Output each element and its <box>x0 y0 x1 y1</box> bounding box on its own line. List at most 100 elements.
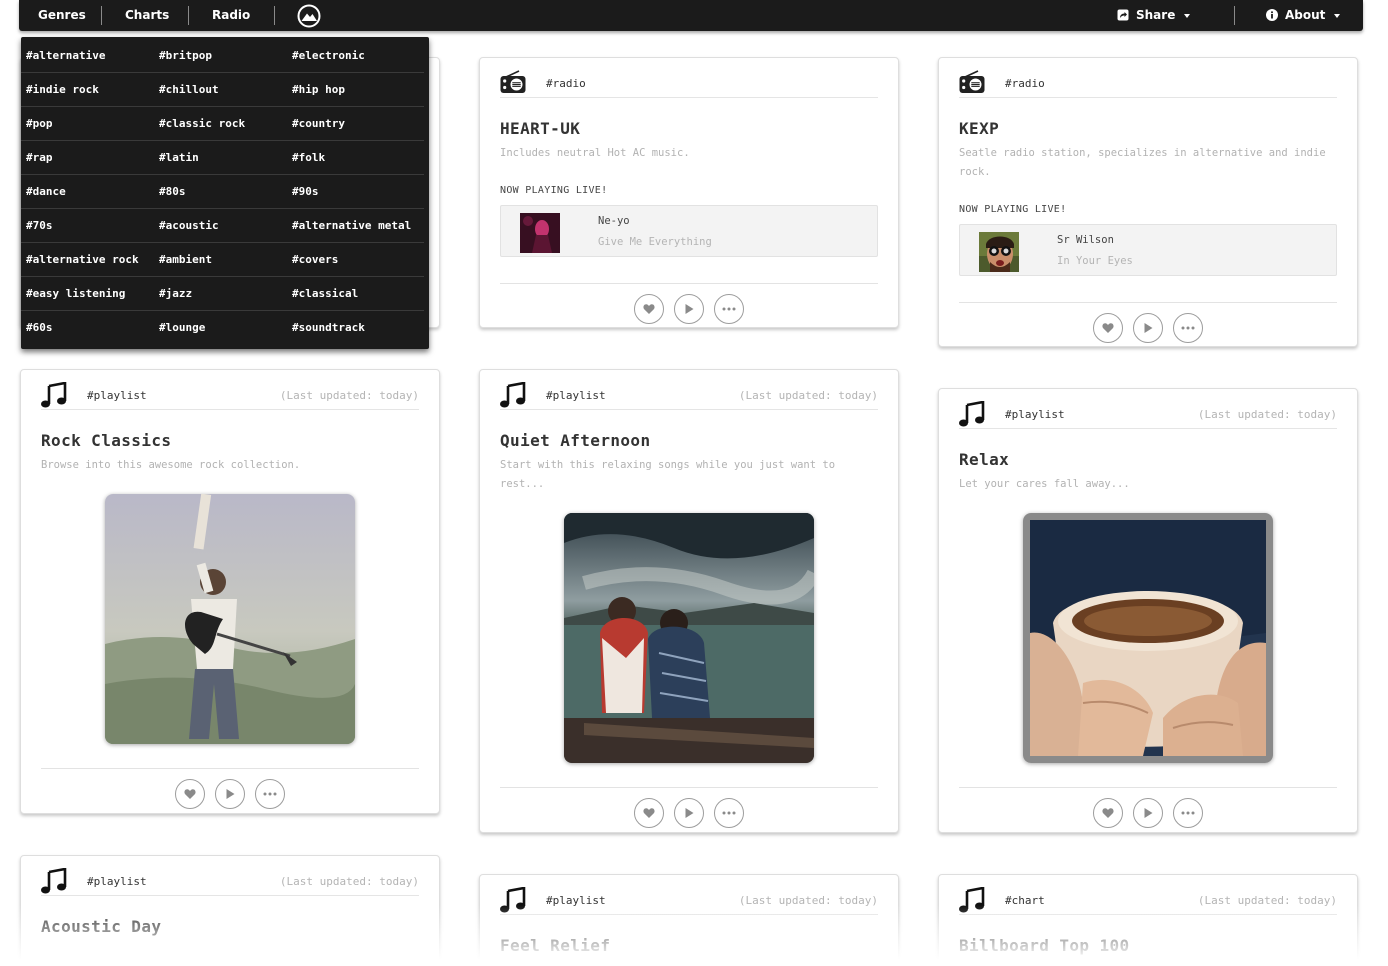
nav-radio[interactable]: Radio <box>212 0 250 31</box>
genre-row: #rap #latin #folk <box>21 141 424 175</box>
heart-icon <box>184 789 196 799</box>
heart-icon <box>643 304 655 314</box>
radio-card-heart-uk[interactable]: #radio HEART-UK Includes neutral Hot AC … <box>479 57 899 328</box>
genre-item[interactable]: #alternative metal <box>287 209 420 243</box>
genre-item[interactable]: #alternative <box>21 39 154 73</box>
genre-item[interactable]: #rap <box>21 141 154 175</box>
genre-item[interactable]: #hip hop <box>287 73 420 107</box>
card-title: Relax <box>959 450 1010 469</box>
track-thumbnail <box>520 213 560 253</box>
genre-item[interactable]: #jazz <box>154 277 287 311</box>
genre-item[interactable]: #classical <box>287 277 420 311</box>
radio-icon <box>500 70 526 93</box>
card-description: Browse into this awesome rock collection… <box>41 459 301 471</box>
playlist-cover-image[interactable] <box>1023 513 1273 763</box>
like-button[interactable] <box>634 798 664 828</box>
playlist-card-feel-relief[interactable]: #playlist (Last updated: today) Feel Rel… <box>479 874 899 966</box>
genre-item[interactable]: #60s <box>21 311 154 345</box>
genre-item[interactable]: #folk <box>287 141 420 175</box>
share-icon <box>1117 9 1129 20</box>
genre-item[interactable]: #80s <box>154 175 287 209</box>
ellipsis-icon <box>722 811 736 815</box>
track-artist: Sr Wilson <box>1057 234 1114 246</box>
play-icon <box>685 304 694 314</box>
genre-item[interactable]: #acoustic <box>154 209 287 243</box>
more-options-button[interactable] <box>255 779 285 809</box>
now-playing-label: NOW PLAYING LIVE! <box>500 185 608 196</box>
genre-item[interactable]: #dance <box>21 175 154 209</box>
like-button[interactable] <box>1093 798 1123 828</box>
card-description: Seatle radio station, specializes in alt… <box>959 147 1326 178</box>
top-navbar: Genres Charts Radio Share About <box>19 0 1363 31</box>
chart-card-billboard[interactable]: #chart (Last updated: today) Billboard T… <box>938 874 1358 966</box>
play-button[interactable] <box>674 294 704 324</box>
app-logo-icon[interactable] <box>297 4 321 28</box>
card-tag[interactable]: #playlist <box>87 875 147 888</box>
play-icon <box>226 789 235 799</box>
card-tag[interactable]: #radio <box>1005 77 1045 90</box>
playlist-cover-image[interactable] <box>105 494 355 744</box>
genre-item[interactable]: #country <box>287 107 420 141</box>
like-button[interactable] <box>175 779 205 809</box>
genre-item[interactable]: #britpop <box>154 39 287 73</box>
now-playing-box[interactable]: Ne-yo Give Me Everything <box>500 205 878 257</box>
like-button[interactable] <box>634 294 664 324</box>
card-description: Start with this relaxing songs while you… <box>500 459 836 490</box>
nav-charts[interactable]: Charts <box>125 0 169 31</box>
radio-card-kexp[interactable]: #radio KEXP Seatle radio station, specia… <box>938 57 1358 347</box>
more-options-button[interactable] <box>714 294 744 324</box>
genre-item[interactable]: #lounge <box>154 311 287 345</box>
genre-item[interactable]: #classic rock <box>154 107 287 141</box>
genre-row: #alternative #britpop #electronic <box>21 39 424 73</box>
last-updated: (Last updated: today) <box>1197 408 1337 421</box>
playlist-card-relax[interactable]: #playlist (Last updated: today) Relax Le… <box>938 388 1358 833</box>
card-header: #radio <box>959 68 1337 98</box>
about-menu-button[interactable]: About <box>1266 0 1341 31</box>
card-title: HEART-UK <box>500 119 581 138</box>
playlist-cover-image[interactable] <box>564 513 814 763</box>
more-options-button[interactable] <box>1173 798 1203 828</box>
genre-item[interactable]: #alternative rock <box>21 243 154 277</box>
card-tag[interactable]: #playlist <box>1005 408 1065 421</box>
genre-item[interactable]: #covers <box>287 243 420 277</box>
ellipsis-icon <box>1181 326 1195 330</box>
card-tag[interactable]: #radio <box>546 77 586 90</box>
card-header: #playlist (Last updated: today) <box>41 866 419 896</box>
heart-icon <box>1102 323 1114 333</box>
genre-row: #dance #80s #90s <box>21 175 424 209</box>
genre-item[interactable]: #ambient <box>154 243 287 277</box>
track-artist: Ne-yo <box>598 215 630 227</box>
card-tag[interactable]: #chart <box>1005 894 1045 907</box>
about-label: About <box>1285 8 1326 22</box>
card-divider <box>959 787 1337 788</box>
genre-item[interactable]: #70s <box>21 209 154 243</box>
play-button[interactable] <box>674 798 704 828</box>
share-menu-button[interactable]: Share <box>1117 0 1191 31</box>
genre-item[interactable]: #electronic <box>287 39 420 73</box>
card-tag[interactable]: #playlist <box>546 389 606 402</box>
genre-item[interactable]: #soundtrack <box>287 311 420 345</box>
card-actions <box>480 294 898 324</box>
play-button[interactable] <box>1133 313 1163 343</box>
card-header: #playlist (Last updated: today) <box>959 399 1337 429</box>
like-button[interactable] <box>1093 313 1123 343</box>
play-button[interactable] <box>1133 798 1163 828</box>
more-options-button[interactable] <box>714 798 744 828</box>
card-tag[interactable]: #playlist <box>87 389 147 402</box>
playlist-card-rock-classics[interactable]: #playlist (Last updated: today) Rock Cla… <box>20 369 440 814</box>
card-tag[interactable]: #playlist <box>546 894 606 907</box>
genre-item[interactable]: #90s <box>287 175 420 209</box>
play-button[interactable] <box>215 779 245 809</box>
genre-item[interactable]: #pop <box>21 107 154 141</box>
nav-genres[interactable]: Genres <box>38 0 86 31</box>
genre-item[interactable]: #latin <box>154 141 287 175</box>
playlist-card-quiet-afternoon[interactable]: #playlist (Last updated: today) Quiet Af… <box>479 369 899 833</box>
genre-item[interactable]: #easy listening <box>21 277 154 311</box>
playlist-card-acoustic-day[interactable]: #playlist (Last updated: today) Acoustic… <box>20 855 440 966</box>
nav-separator <box>274 6 275 25</box>
genre-item[interactable]: #chillout <box>154 73 287 107</box>
more-options-button[interactable] <box>1173 313 1203 343</box>
now-playing-box[interactable]: Sr Wilson In Your Eyes <box>959 224 1337 276</box>
genre-row: #pop #classic rock #country <box>21 107 424 141</box>
genre-item[interactable]: #indie rock <box>21 73 154 107</box>
